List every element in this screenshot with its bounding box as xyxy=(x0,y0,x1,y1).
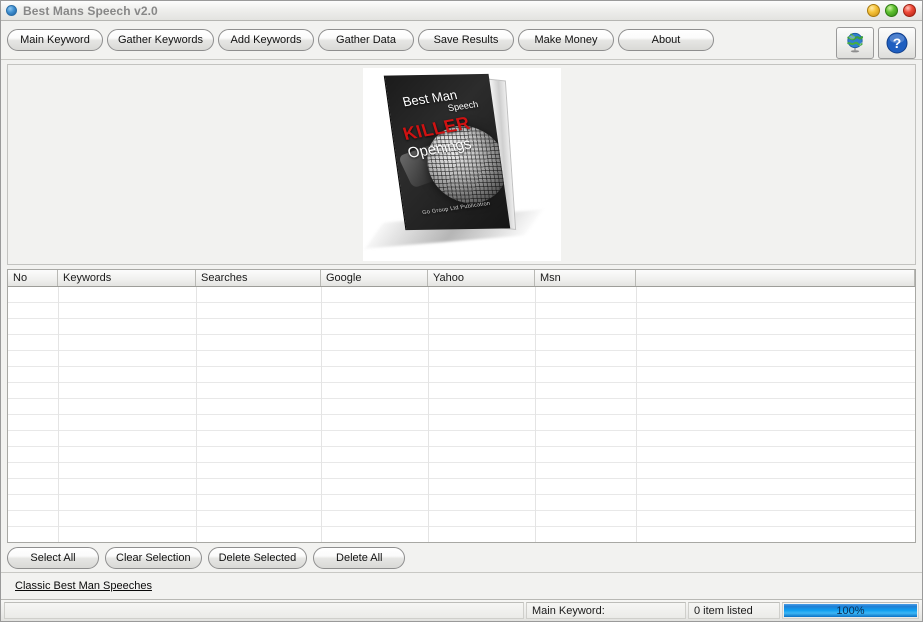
status-spacer xyxy=(4,602,524,619)
toolbar-icon-group: ? xyxy=(836,27,916,59)
gather-data-button[interactable]: Gather Data xyxy=(318,29,414,51)
main-toolbar: Main Keyword Gather Keywords Add Keyword… xyxy=(1,21,922,60)
promo-link-bar: Classic Best Man Speeches xyxy=(1,573,922,599)
minimize-button[interactable] xyxy=(867,4,880,17)
about-button[interactable]: About xyxy=(618,29,714,51)
application-window: Best Mans Speech v2.0 Main Keyword Gathe… xyxy=(0,0,923,622)
column-separator xyxy=(636,287,637,542)
globe-icon xyxy=(843,31,867,55)
help-button[interactable]: ? xyxy=(878,27,916,59)
main-keyword-button[interactable]: Main Keyword xyxy=(7,29,103,51)
progress-track: 100% xyxy=(784,604,917,617)
add-keywords-button[interactable]: Add Keywords xyxy=(218,29,314,51)
progress-label: 100% xyxy=(784,604,917,617)
table-body[interactable] xyxy=(8,287,915,542)
book-front-cover: Best Man Speech KILLER Openings Go Group… xyxy=(383,74,509,230)
cover-publisher: Go Group Ltd Publication xyxy=(421,201,490,216)
book-image-panel: Best Man Speech KILLER Openings Go Group… xyxy=(7,64,916,265)
column-separator xyxy=(58,287,59,542)
status-item-count: 0 item listed xyxy=(688,602,780,619)
column-header-no[interactable]: No xyxy=(8,270,58,286)
window-controls xyxy=(867,4,916,17)
status-bar: Main Keyword: 0 item listed 100% xyxy=(1,599,922,621)
column-header-searches[interactable]: Searches xyxy=(196,270,321,286)
status-main-keyword: Main Keyword: xyxy=(526,602,686,619)
save-results-button[interactable]: Save Results xyxy=(418,29,514,51)
title-bar: Best Mans Speech v2.0 xyxy=(1,1,922,21)
column-header-msn[interactable]: Msn xyxy=(535,270,636,286)
delete-selected-button[interactable]: Delete Selected xyxy=(208,547,308,569)
column-header-keywords[interactable]: Keywords xyxy=(58,270,196,286)
delete-all-button[interactable]: Delete All xyxy=(313,547,405,569)
results-table: No Keywords Searches Google Yahoo Msn xyxy=(7,269,916,543)
table-header-row: No Keywords Searches Google Yahoo Msn xyxy=(8,270,915,287)
svg-text:?: ? xyxy=(893,35,902,51)
book-cover-graphic: Best Man Speech KILLER Openings Go Group… xyxy=(363,68,561,261)
column-header-empty[interactable] xyxy=(636,270,915,286)
select-all-button[interactable]: Select All xyxy=(7,547,99,569)
column-header-yahoo[interactable]: Yahoo xyxy=(428,270,535,286)
make-money-button[interactable]: Make Money xyxy=(518,29,614,51)
gather-keywords-button[interactable]: Gather Keywords xyxy=(107,29,214,51)
column-separator xyxy=(196,287,197,542)
maximize-button[interactable] xyxy=(885,4,898,17)
column-separator xyxy=(321,287,322,542)
column-header-google[interactable]: Google xyxy=(321,270,428,286)
status-progress-bar: 100% xyxy=(782,602,919,619)
app-circle-icon xyxy=(6,5,17,16)
column-separator xyxy=(428,287,429,542)
globe-button[interactable] xyxy=(836,27,874,59)
help-icon: ? xyxy=(885,31,909,55)
close-button[interactable] xyxy=(903,4,916,17)
selection-action-bar: Select All Clear Selection Delete Select… xyxy=(1,543,922,573)
column-separator xyxy=(535,287,536,542)
classic-best-man-speeches-link[interactable]: Classic Best Man Speeches xyxy=(15,580,152,592)
clear-selection-button[interactable]: Clear Selection xyxy=(105,547,202,569)
window-title: Best Mans Speech v2.0 xyxy=(23,4,158,18)
